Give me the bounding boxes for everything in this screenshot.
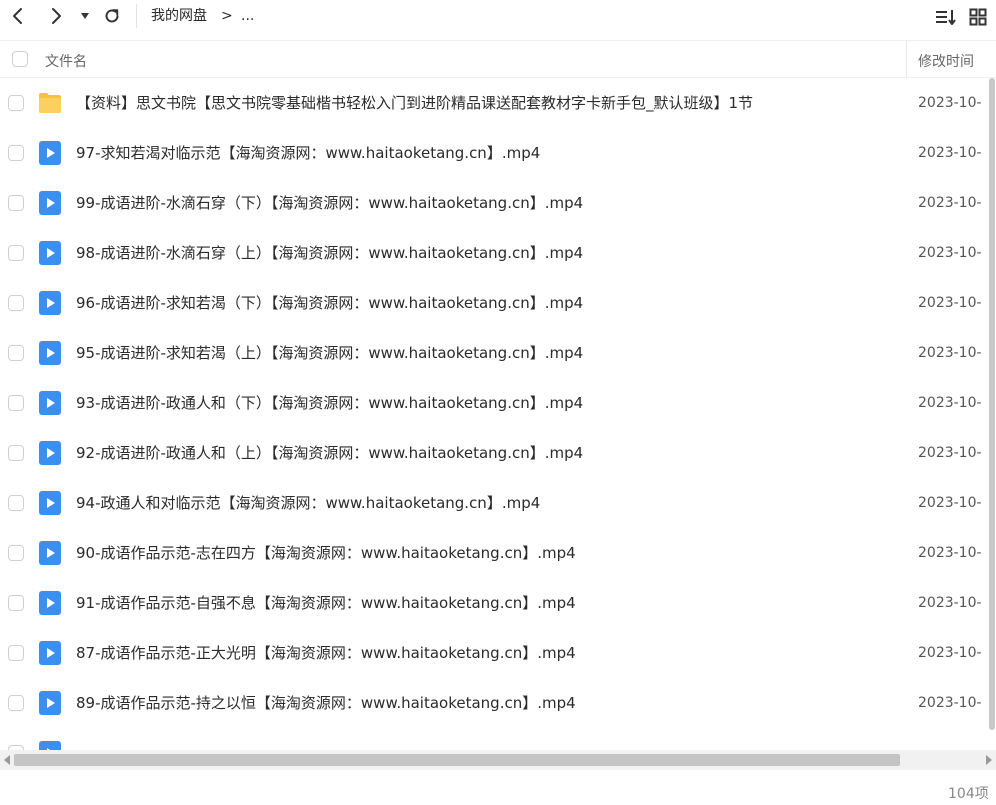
folder-row[interactable]: 【资料】思文书院【思文书院零基础楷书轻松入门到进阶精品课送配套教材字卡新手包_默…: [0, 78, 996, 128]
back-button[interactable]: [6, 5, 30, 27]
chevron-right-icon: [52, 8, 61, 24]
file-name[interactable]: 91-成语作品示范-自强不息【海淘资源网：www.haitaoketang.cn…: [76, 593, 576, 613]
file-name[interactable]: 95-成语进阶-求知若渴（上）【海淘资源网：www.haitaoketang.c…: [76, 343, 583, 363]
file-modified-date: 2023-10-: [918, 545, 982, 561]
video-file-icon: [39, 291, 61, 315]
file-modified-date: 2023-10-: [918, 145, 982, 161]
video-file-icon: [39, 691, 61, 715]
row-checkbox[interactable]: [8, 545, 24, 561]
file-row[interactable]: 92-成语进阶-政通人和（上）【海淘资源网：www.haitaoketang.c…: [0, 428, 996, 478]
file-row[interactable]: 99-成语进阶-水滴石穿（下）【海淘资源网：www.haitaoketang.c…: [0, 178, 996, 228]
file-modified-date: 2023-10-: [918, 195, 982, 211]
file-name[interactable]: 90-成语作品示范-志在四方【海淘资源网：www.haitaoketang.cn…: [76, 543, 576, 563]
file-name[interactable]: 99-成语进阶-水滴石穿（下）【海淘资源网：www.haitaoketang.c…: [76, 193, 583, 213]
video-file-icon: [39, 341, 61, 365]
grid-icon: [969, 8, 987, 26]
video-file-icon: [39, 641, 61, 665]
file-name[interactable]: 94-政通人和对临示范【海淘资源网：www.haitaoketang.cn】.m…: [76, 493, 540, 513]
select-all-checkbox[interactable]: [12, 51, 28, 67]
refresh-icon: [105, 9, 119, 23]
file-row[interactable]: 96-成语进阶-求知若渴（下）【海淘资源网：www.haitaoketang.c…: [0, 278, 996, 328]
caret-down-icon: [81, 13, 89, 19]
file-row[interactable]: 98-成语进阶-水滴石穿（上）【海淘资源网：www.haitaoketang.c…: [0, 228, 996, 278]
file-row[interactable]: 89-成语作品示范-持之以恒【海淘资源网：www.haitaoketang.cn…: [0, 678, 996, 728]
video-file-icon: [39, 491, 61, 515]
file-name[interactable]: 87-成语作品示范-正大光明【海淘资源网：www.haitaoketang.cn…: [76, 643, 576, 663]
file-list: 【资料】思文书院【思文书院零基础楷书轻松入门到进阶精品课送配套教材字卡新手包_默…: [0, 78, 996, 750]
file-modified-date: 2023-10-: [918, 595, 982, 611]
breadcrumb-separator: >: [221, 8, 233, 24]
file-row[interactable]: 87-成语作品示范-正大光明【海淘资源网：www.haitaoketang.cn…: [0, 628, 996, 678]
horizontal-scrollbar[interactable]: [0, 750, 996, 770]
video-file-icon: [39, 541, 61, 565]
file-name[interactable]: 92-成语进阶-政通人和（上）【海淘资源网：www.haitaoketang.c…: [76, 443, 583, 463]
file-row[interactable]: 94-政通人和对临示范【海淘资源网：www.haitaoketang.cn】.m…: [0, 478, 996, 528]
column-header-name[interactable]: 文件名: [45, 51, 87, 71]
row-checkbox[interactable]: [8, 295, 24, 311]
chevron-left-icon: [13, 8, 22, 24]
toolbar: 我的网盘 > ...: [0, 0, 996, 34]
sort-icon: [936, 10, 956, 25]
refresh-button[interactable]: [100, 5, 124, 27]
list-header: 文件名 修改时间: [0, 40, 996, 79]
toolbar-divider: [136, 4, 137, 28]
scroll-right-icon[interactable]: [984, 754, 994, 766]
row-checkbox[interactable]: [8, 145, 24, 161]
forward-button[interactable]: [44, 5, 68, 27]
folder-icon: [39, 93, 61, 113]
file-row[interactable]: 97-求知若渴对临示范【海淘资源网：www.haitaoketang.cn】.m…: [0, 128, 996, 178]
row-checkbox[interactable]: [8, 445, 24, 461]
file-name[interactable]: 97-求知若渴对临示范【海淘资源网：www.haitaoketang.cn】.m…: [76, 143, 540, 163]
file-name[interactable]: 98-成语进阶-水滴石穿（上）【海淘资源网：www.haitaoketang.c…: [76, 243, 583, 263]
sort-button[interactable]: [934, 6, 958, 28]
horizontal-scrollbar-thumb[interactable]: [14, 754, 900, 766]
row-checkbox[interactable]: [8, 645, 24, 661]
column-divider[interactable]: [906, 41, 907, 79]
row-checkbox[interactable]: [8, 245, 24, 261]
file-row[interactable]: 90-成语作品示范-志在四方【海淘资源网：www.haitaoketang.cn…: [0, 528, 996, 578]
video-file-icon: [39, 591, 61, 615]
file-name[interactable]: 93-成语进阶-政通人和（下）【海淘资源网：www.haitaoketang.c…: [76, 393, 583, 413]
file-row[interactable]: 93-成语进阶-政通人和（下）【海淘资源网：www.haitaoketang.c…: [0, 378, 996, 428]
file-row[interactable]: [0, 728, 996, 750]
row-checkbox[interactable]: [8, 395, 24, 411]
row-checkbox[interactable]: [8, 595, 24, 611]
file-row[interactable]: 95-成语进阶-求知若渴（上）【海淘资源网：www.haitaoketang.c…: [0, 328, 996, 378]
file-modified-date: 2023-10-: [918, 95, 982, 111]
row-checkbox[interactable]: [8, 495, 24, 511]
item-count: 104项: [948, 786, 989, 802]
file-modified-date: 2023-10-: [918, 445, 982, 461]
vertical-scrollbar[interactable]: [988, 78, 996, 730]
video-file-icon: [39, 191, 61, 215]
row-checkbox[interactable]: [8, 195, 24, 211]
column-header-modified[interactable]: 修改时间: [918, 51, 974, 71]
file-modified-date: 2023-10-: [918, 395, 982, 411]
video-file-icon: [39, 141, 61, 165]
file-modified-date: 2023-10-: [918, 645, 982, 661]
scroll-left-icon[interactable]: [2, 754, 12, 766]
file-modified-date: 2023-10-: [918, 495, 982, 511]
history-dropdown-button[interactable]: [74, 5, 96, 27]
file-name[interactable]: 【资料】思文书院【思文书院零基础楷书轻松入门到进阶精品课送配套教材字卡新手包_默…: [76, 93, 753, 113]
file-name[interactable]: 96-成语进阶-求知若渴（下）【海淘资源网：www.haitaoketang.c…: [76, 293, 583, 313]
file-row[interactable]: 91-成语作品示范-自强不息【海淘资源网：www.haitaoketang.cn…: [0, 578, 996, 628]
row-checkbox[interactable]: [8, 345, 24, 361]
breadcrumb-root[interactable]: 我的网盘: [151, 7, 207, 25]
file-modified-date: 2023-10-: [918, 345, 982, 361]
video-file-icon: [39, 741, 61, 750]
vertical-scrollbar-thumb[interactable]: [989, 78, 995, 730]
video-file-icon: [39, 241, 61, 265]
file-name[interactable]: 89-成语作品示范-持之以恒【海淘资源网：www.haitaoketang.cn…: [76, 693, 576, 713]
file-modified-date: 2023-10-: [918, 245, 982, 261]
grid-view-button[interactable]: [966, 6, 990, 28]
file-modified-date: 2023-10-: [918, 695, 982, 711]
video-file-icon: [39, 391, 61, 415]
row-checkbox[interactable]: [8, 95, 24, 111]
video-file-icon: [39, 441, 61, 465]
file-modified-date: 2023-10-: [918, 295, 982, 311]
row-checkbox[interactable]: [8, 695, 24, 711]
breadcrumb-more[interactable]: ...: [241, 7, 254, 25]
